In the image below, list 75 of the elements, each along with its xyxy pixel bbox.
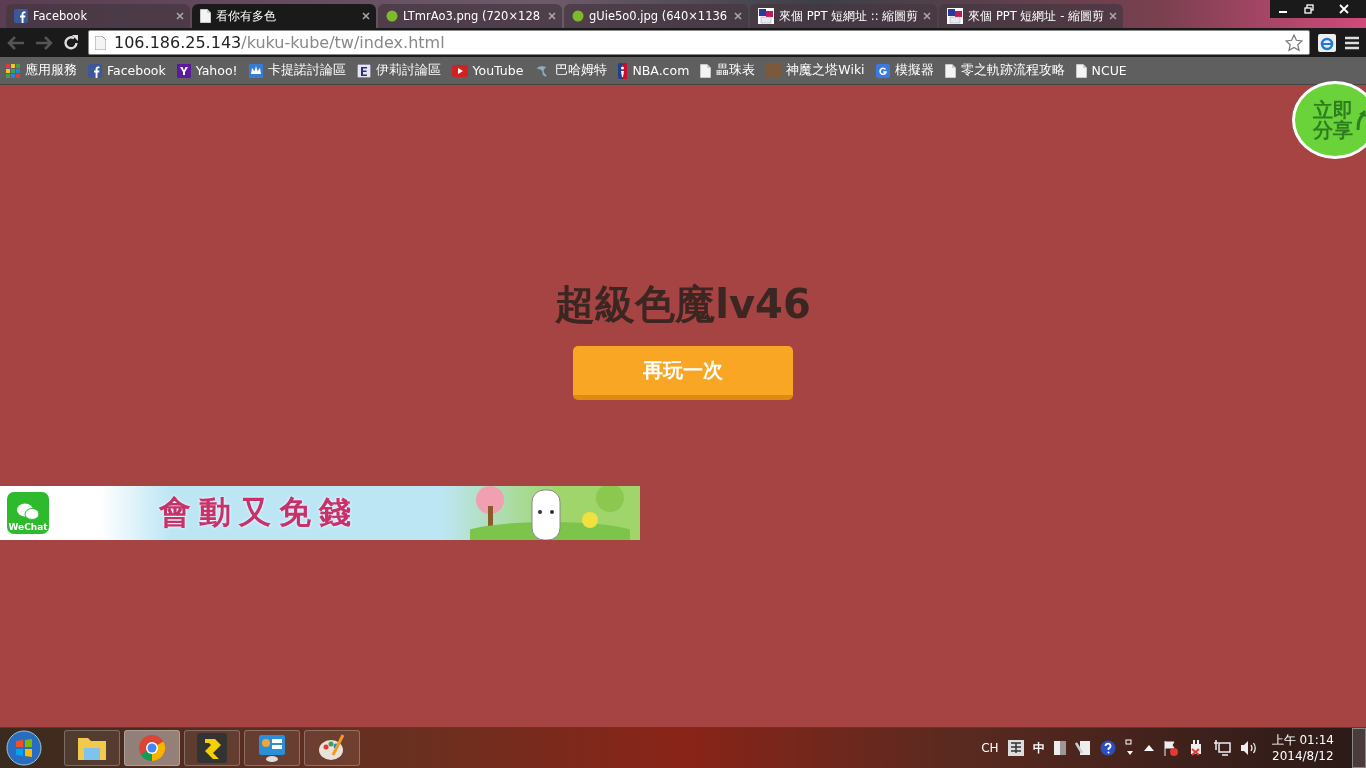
address-bar[interactable]: 106.186.25.143/kuku-kube/tw/index.html xyxy=(88,30,1310,55)
yahoo-y-icon xyxy=(176,63,191,78)
facebook-icon xyxy=(14,9,28,23)
browser-tab[interactable]: 來個 PPT 短網址 :: 縮圖剪 xyxy=(750,4,938,28)
page-icon xyxy=(200,9,211,23)
bookmark-link[interactable]: Yahoo! xyxy=(176,63,238,78)
bookmark-link[interactable]: 畾珠表 xyxy=(700,62,756,79)
bookmark-link[interactable]: 模擬器 xyxy=(875,62,934,79)
bookmark-link[interactable]: YouTube xyxy=(451,63,524,78)
ime-indicator[interactable]: 中 xyxy=(1032,739,1045,757)
flag-error-icon[interactable] xyxy=(1162,740,1179,756)
letter-e-icon xyxy=(356,63,371,78)
ad-slogan: 會動又免錢 xyxy=(159,492,359,533)
options-icon[interactable] xyxy=(1124,739,1135,757)
half-width-icon[interactable] xyxy=(1053,741,1066,755)
youtube-play-icon xyxy=(451,64,468,77)
paint-palette-icon xyxy=(317,733,347,763)
tools-icon[interactable] xyxy=(1074,740,1091,756)
browser-tab[interactable]: LTmrAo3.png (720×128 xyxy=(378,4,562,28)
apps-grid-icon xyxy=(6,63,20,78)
network-icon[interactable] xyxy=(1212,740,1231,756)
nba-logo-icon xyxy=(618,62,628,79)
browser-tab[interactable]: Facebook xyxy=(6,4,190,28)
caret-up-icon[interactable] xyxy=(1143,745,1154,751)
browser-tab[interactable]: gUie5o0.jpg (640×1136 xyxy=(564,4,748,28)
taskbar-clock[interactable]: 上午 01:14 2014/8/12 xyxy=(1271,732,1334,764)
ie-tab-icon[interactable] xyxy=(1318,33,1336,52)
bookmark-link[interactable]: NBA.com xyxy=(618,62,690,79)
close-icon[interactable] xyxy=(362,12,370,20)
ppt-logo-icon xyxy=(947,8,964,24)
reload-icon[interactable] xyxy=(62,33,80,52)
star-icon[interactable] xyxy=(1285,33,1303,52)
show-desktop-button[interactable] xyxy=(1352,728,1366,768)
bookmark-link[interactable]: 神魔之塔Wiki xyxy=(766,62,865,79)
dot-icon xyxy=(386,10,398,22)
result-title: 超級色魔lv46 xyxy=(555,281,811,327)
bookmark-link[interactable]: Facebook xyxy=(88,63,166,78)
taskbar-app-button[interactable] xyxy=(244,730,300,766)
wechat-label: WeChat xyxy=(8,522,48,532)
page-icon xyxy=(700,63,712,78)
menu-icon[interactable] xyxy=(1344,35,1360,50)
control-panel-icon xyxy=(257,733,287,763)
taskbar-app-button[interactable] xyxy=(64,730,120,766)
speaker-icon[interactable] xyxy=(1239,740,1258,756)
page-icon xyxy=(944,63,956,78)
curved-arrow-icon xyxy=(1355,109,1366,131)
app-logo-icon xyxy=(197,733,227,763)
bookmark-link[interactable]: 應用服務 xyxy=(6,62,77,79)
facebook-icon xyxy=(88,63,102,78)
bookmark-link[interactable]: 巴哈姆特 xyxy=(534,62,608,79)
browser-tab[interactable]: 看你有多色 xyxy=(192,4,376,28)
browser-tab[interactable]: 來個 PPT 短網址 - 縮圖剪 xyxy=(939,4,1124,28)
ppt-logo-icon xyxy=(758,8,774,24)
google-g-icon xyxy=(875,63,890,78)
dot-icon xyxy=(572,10,584,22)
taskbar-app-button[interactable] xyxy=(304,730,360,766)
chat-bubbles-icon xyxy=(16,502,40,522)
crown-icon xyxy=(248,63,263,78)
help-icon[interactable] xyxy=(1099,740,1116,756)
chrome-icon xyxy=(138,734,166,762)
bookmark-link[interactable]: 伊莉討論區 xyxy=(356,62,441,79)
bookmark-link[interactable]: 零之軌跡流程攻略 xyxy=(944,62,1065,79)
page-icon xyxy=(95,35,106,50)
restore-icon[interactable] xyxy=(1304,4,1314,14)
ime-mode-icon[interactable] xyxy=(1007,740,1024,756)
thumbnail-placeholder xyxy=(766,63,782,78)
ad-banner[interactable]: WeChat 會動又免錢 xyxy=(0,486,640,540)
bookmark-link[interactable]: 卡提諾討論區 xyxy=(248,62,346,79)
start-button-icon[interactable] xyxy=(6,730,42,766)
clock-time: 上午 01:14 xyxy=(1271,732,1334,748)
bookmark-link[interactable]: NCUE xyxy=(1075,63,1127,78)
page-icon xyxy=(1075,63,1087,78)
taskbar-app-button[interactable] xyxy=(184,730,240,766)
language-indicator[interactable]: CH xyxy=(981,741,999,755)
clock-date: 2014/8/12 xyxy=(1272,748,1334,764)
